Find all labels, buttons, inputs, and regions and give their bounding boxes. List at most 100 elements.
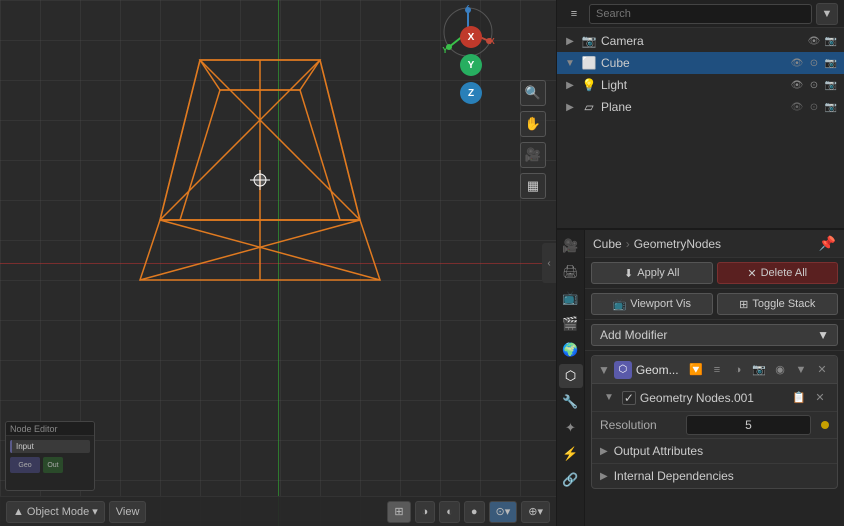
delete-all-icon: ✕: [747, 267, 756, 280]
camera-item-icons: 👁 📷: [807, 34, 838, 48]
plane-filter-icon[interactable]: ⊙: [807, 100, 821, 114]
internal-dependencies-header[interactable]: ▶ Internal Dependencies: [592, 464, 837, 488]
axis-z-circle[interactable]: Z: [460, 82, 482, 104]
sub-mod-toggle[interactable]: ▼: [600, 392, 618, 403]
light-vis-icon[interactable]: 👁: [790, 78, 804, 92]
viewport-shading-mat[interactable]: ◐: [439, 501, 460, 523]
gizmos-btn[interactable]: ⊕▾: [521, 501, 550, 523]
axis-y-circle[interactable]: Y: [460, 54, 482, 76]
sub-mod-copy-btn[interactable]: 📋: [790, 389, 808, 407]
viewport-shading-solid[interactable]: ◑: [415, 501, 436, 523]
modifier-dropdown-btn[interactable]: 🔽: [687, 361, 705, 379]
output-attributes-section: ▶ Output Attributes: [592, 438, 837, 463]
right-panel: ≡ ▼ ▶ 📷 Camera 👁 📷 ▼ ⬜ Cube 👁: [556, 0, 844, 526]
breadcrumb-object[interactable]: Cube: [593, 237, 622, 251]
properties-content: Cube › GeometryNodes 📌 ⬇ Apply All ✕ Del…: [585, 230, 844, 526]
modifier-render-btn[interactable]: 📷: [750, 361, 768, 379]
modifier-pin-btn[interactable]: ◉: [771, 361, 789, 379]
axis-x-circle[interactable]: X: [460, 26, 482, 48]
panel-collapse-arrow[interactable]: ‹: [542, 243, 556, 283]
light-render-icon[interactable]: 📷: [824, 78, 838, 92]
properties-icon-bar: 🎥 🖨 📺 🎬 🌍 ⬡ 🔧 ✦ ⚡ 🔗: [557, 230, 585, 526]
modifier-header-icon: ⬡: [614, 361, 632, 379]
delete-all-label: Delete All: [761, 267, 807, 279]
light-filter-icon[interactable]: ⊙: [807, 78, 821, 92]
magnify-btn[interactable]: 🔍: [520, 80, 546, 106]
prop-physics-icon[interactable]: ⚡: [559, 442, 583, 466]
grid-btn[interactable]: ▦: [520, 173, 546, 199]
viewport-shading-wire[interactable]: ⊞: [387, 501, 410, 523]
breadcrumb-modifier[interactable]: GeometryNodes: [634, 237, 721, 251]
outliner-item-cube[interactable]: ▼ ⬜ Cube 👁 ⊙ 📷: [557, 52, 844, 74]
sub-mod-icons: 📋 ✕: [790, 389, 829, 407]
prop-view-icon[interactable]: 📺: [559, 286, 583, 310]
outliner-item-light[interactable]: ▶ 💡 Light 👁 ⊙ 📷: [557, 74, 844, 96]
mesh-object: [120, 40, 400, 320]
toggle-stack-btn[interactable]: ⊞ Toggle Stack: [717, 293, 839, 315]
object-mode-btn[interactable]: ▲ Object Mode ▾: [6, 501, 105, 523]
modifier-header-icons: 🔽 ≡ ◑ 📷 ◉ ▼ ✕: [687, 361, 831, 379]
prop-world-icon[interactable]: 🌍: [559, 338, 583, 362]
camera-icon: 📷: [581, 33, 597, 49]
expand-arrow-cube: ▼: [563, 56, 577, 70]
sub-mod-checkbox[interactable]: ✓: [622, 391, 636, 405]
modifier-expand-btn[interactable]: ▼: [792, 361, 810, 379]
plane-vis-icon[interactable]: 👁: [790, 100, 804, 114]
plane-render-icon[interactable]: 📷: [824, 100, 838, 114]
grab-btn[interactable]: ✋: [520, 111, 546, 137]
camera-item-name: Camera: [601, 34, 803, 48]
cube-render-icon[interactable]: 📷: [824, 56, 838, 70]
outliner-content: ▶ 📷 Camera 👁 📷 ▼ ⬜ Cube 👁 ⊙ 📷: [557, 28, 844, 228]
modifier-realtime-btn[interactable]: ◑: [729, 361, 747, 379]
resolution-value[interactable]: 5: [686, 415, 811, 435]
outliner-menu-btn[interactable]: ≡: [563, 3, 585, 25]
outliner-filter-btn[interactable]: ▼: [816, 3, 838, 25]
outliner-item-plane[interactable]: ▶ ▱ Plane 👁 ⊙ 📷: [557, 96, 844, 118]
cube-item-icons: 👁 ⊙ 📷: [790, 56, 838, 70]
object-mode-icon: ▲: [13, 506, 24, 518]
cube-filter-icon[interactable]: ⊙: [807, 56, 821, 70]
modifier-close-btn[interactable]: ✕: [813, 361, 831, 379]
mini-node-editor[interactable]: Node Editor Input Geo Out: [5, 421, 95, 491]
prop-modifier-icon[interactable]: 🔧: [559, 390, 583, 414]
modifier-list-btn[interactable]: ≡: [708, 361, 726, 379]
prop-particles-icon[interactable]: ✦: [559, 416, 583, 440]
prop-object-icon[interactable]: ⬡: [559, 364, 583, 388]
internal-dep-label: Internal Dependencies: [614, 469, 734, 483]
viewport-vis-label: Viewport Vis: [630, 298, 691, 310]
camera-vis-icon[interactable]: 👁: [807, 34, 821, 48]
output-attributes-arrow: ▶: [600, 446, 608, 457]
transform-gizmo[interactable]: X Y Z: [460, 26, 482, 104]
add-modifier-btn[interactable]: Add Modifier ▼: [591, 324, 838, 346]
toggle-stack-label: Toggle Stack: [752, 298, 815, 310]
viewport-right-toolbar: 🔍 ✋ 🎥 ▦: [520, 80, 546, 199]
modifier-collapse-arrow[interactable]: ▼: [598, 363, 610, 377]
output-attributes-label: Output Attributes: [614, 444, 703, 458]
cube-item-name: Cube: [601, 56, 786, 70]
viewport-vis-icon: 📺: [613, 298, 627, 311]
camera-render-icon[interactable]: 📷: [824, 34, 838, 48]
viewport-vis-btn[interactable]: 📺 Viewport Vis: [591, 293, 713, 315]
overlays-btn[interactable]: ⊙▾: [489, 501, 518, 523]
camera-fly-btn[interactable]: 🎥: [520, 142, 546, 168]
viewport-shading-render[interactable]: ●: [464, 501, 485, 523]
sub-mod-close-btn[interactable]: ✕: [811, 389, 829, 407]
output-attributes-header[interactable]: ▶ Output Attributes: [592, 439, 837, 463]
viewport-3d[interactable]: Z X Y X Y Z 🔍 ✋ 🎥 ▦ ‹ Node Editor Input …: [0, 0, 556, 526]
mini-node-geonode: Geo: [10, 457, 40, 473]
cube-vis-icon[interactable]: 👁: [790, 56, 804, 70]
light-item-icons: 👁 ⊙ 📷: [790, 78, 838, 92]
delete-all-btn[interactable]: ✕ Delete All: [717, 262, 839, 284]
prop-output-icon[interactable]: 🖨: [559, 260, 583, 284]
prop-render-icon[interactable]: 🎥: [559, 234, 583, 258]
plane-icon: ▱: [581, 99, 597, 115]
prop-constraints-icon[interactable]: 🔗: [559, 468, 583, 492]
view-menu-btn[interactable]: View: [109, 501, 147, 523]
prop-scene-icon[interactable]: 🎬: [559, 312, 583, 336]
outliner-search-input[interactable]: [589, 4, 812, 24]
apply-all-icon: ⬇: [624, 267, 633, 280]
outliner-item-camera[interactable]: ▶ 📷 Camera 👁 📷: [557, 30, 844, 52]
modifier-main-toolbar: ⬇ Apply All ✕ Delete All: [585, 258, 844, 289]
breadcrumb-pin-icon[interactable]: 📌: [819, 235, 836, 252]
apply-all-btn[interactable]: ⬇ Apply All: [591, 262, 713, 284]
